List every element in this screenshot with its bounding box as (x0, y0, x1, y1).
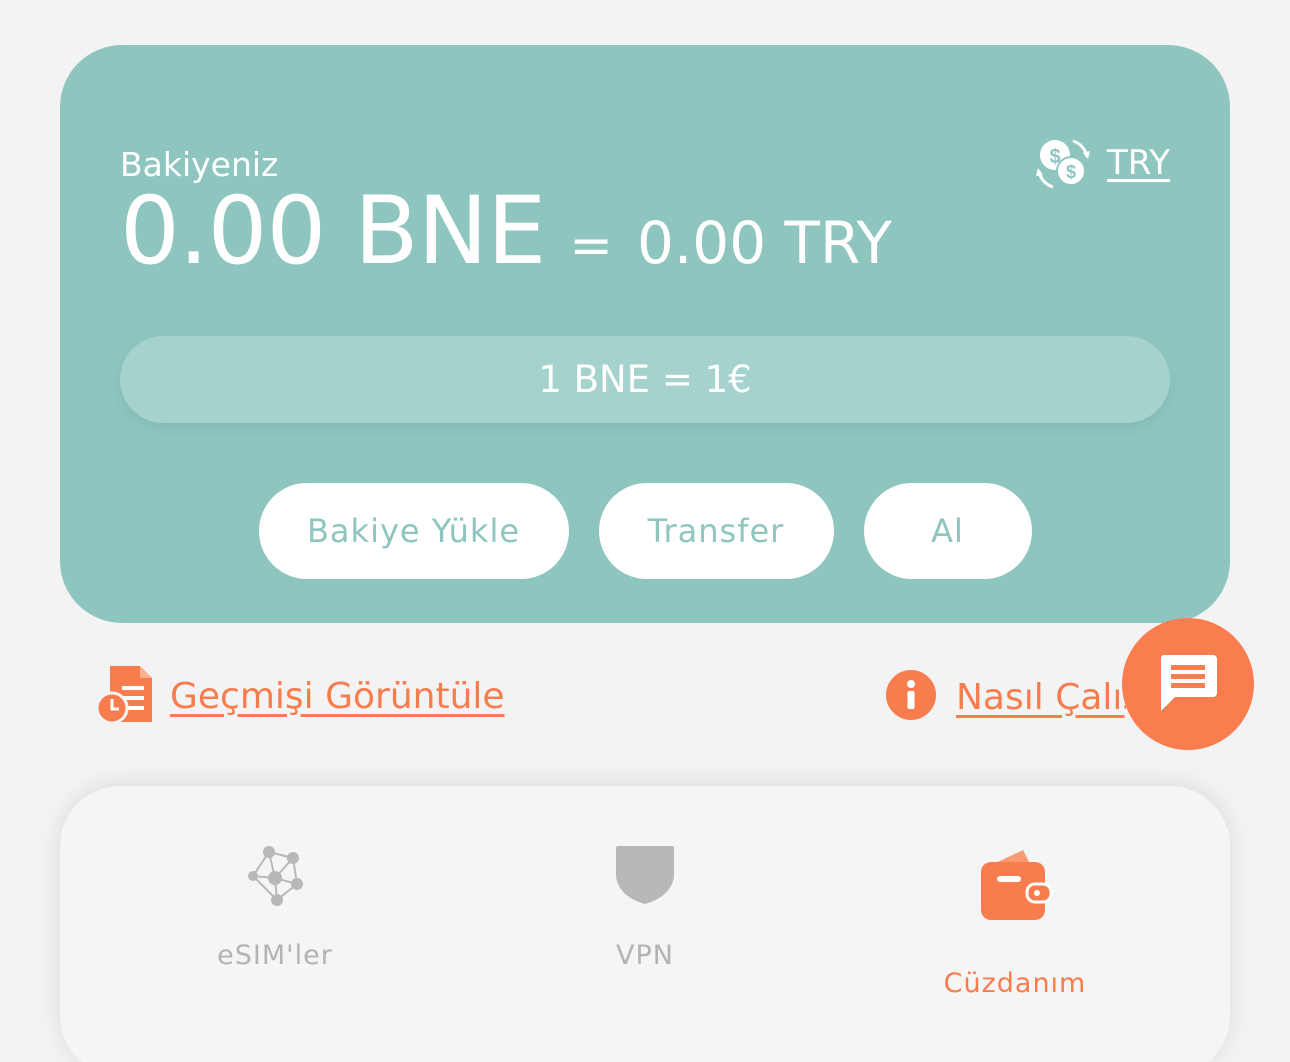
nav-label-vpn: VPN (616, 940, 674, 971)
wallet-card: Bakiyeniz $ $ TRY 0.00 BNE = 0.00 TRY 1 … (60, 45, 1230, 623)
topup-button[interactable]: Bakiye Yükle (258, 483, 569, 579)
currency-switch[interactable]: $ $ TRY (1033, 133, 1170, 193)
svg-text:$: $ (1066, 162, 1076, 182)
howto-link[interactable]: Nasıl Çalışır (886, 670, 1126, 724)
exchange-rate-text: 1 BNE = 1€ (538, 358, 752, 401)
wallet-icon (977, 846, 1053, 942)
balance-converted: 0.00 TRY (636, 209, 892, 277)
bottom-nav: eSIM'ler VPN Cüzdanım (60, 786, 1230, 1062)
wallet-actions: Bakiye Yükle Transfer Al (60, 483, 1230, 579)
history-label[interactable]: Geçmişi Görüntüle (170, 676, 505, 717)
howto-label[interactable]: Nasıl Çalışır (956, 677, 1126, 718)
nav-item-vpn[interactable]: VPN (450, 786, 840, 1062)
wallet-screen: Bakiyeniz $ $ TRY 0.00 BNE = 0.00 TRY 1 … (0, 0, 1290, 1062)
currency-label[interactable]: TRY (1107, 143, 1170, 183)
exchange-rate-bar: 1 BNE = 1€ (120, 336, 1170, 423)
balance-equals: = (569, 216, 613, 276)
nav-item-esims[interactable]: eSIM'ler (80, 786, 470, 1062)
transfer-button[interactable]: Transfer (598, 483, 834, 579)
nav-label-wallet: Cüzdanım (943, 968, 1087, 999)
buy-button[interactable]: Al (863, 483, 1032, 579)
history-link[interactable]: Geçmişi Görüntüle (95, 664, 505, 728)
balance-amount: 0.00 BNE (120, 177, 546, 286)
network-nodes-icon (243, 844, 307, 940)
currency-exchange-icon: $ $ (1033, 133, 1093, 193)
history-document-icon (95, 664, 154, 728)
nav-item-wallet[interactable]: Cüzdanım (820, 786, 1210, 1062)
balance-row: 0.00 BNE = 0.00 TRY (120, 185, 892, 279)
shield-icon (614, 844, 676, 940)
info-icon (886, 670, 936, 724)
chat-icon (1157, 651, 1219, 717)
nav-label-esims: eSIM'ler (217, 940, 333, 971)
chat-button[interactable] (1122, 618, 1254, 750)
